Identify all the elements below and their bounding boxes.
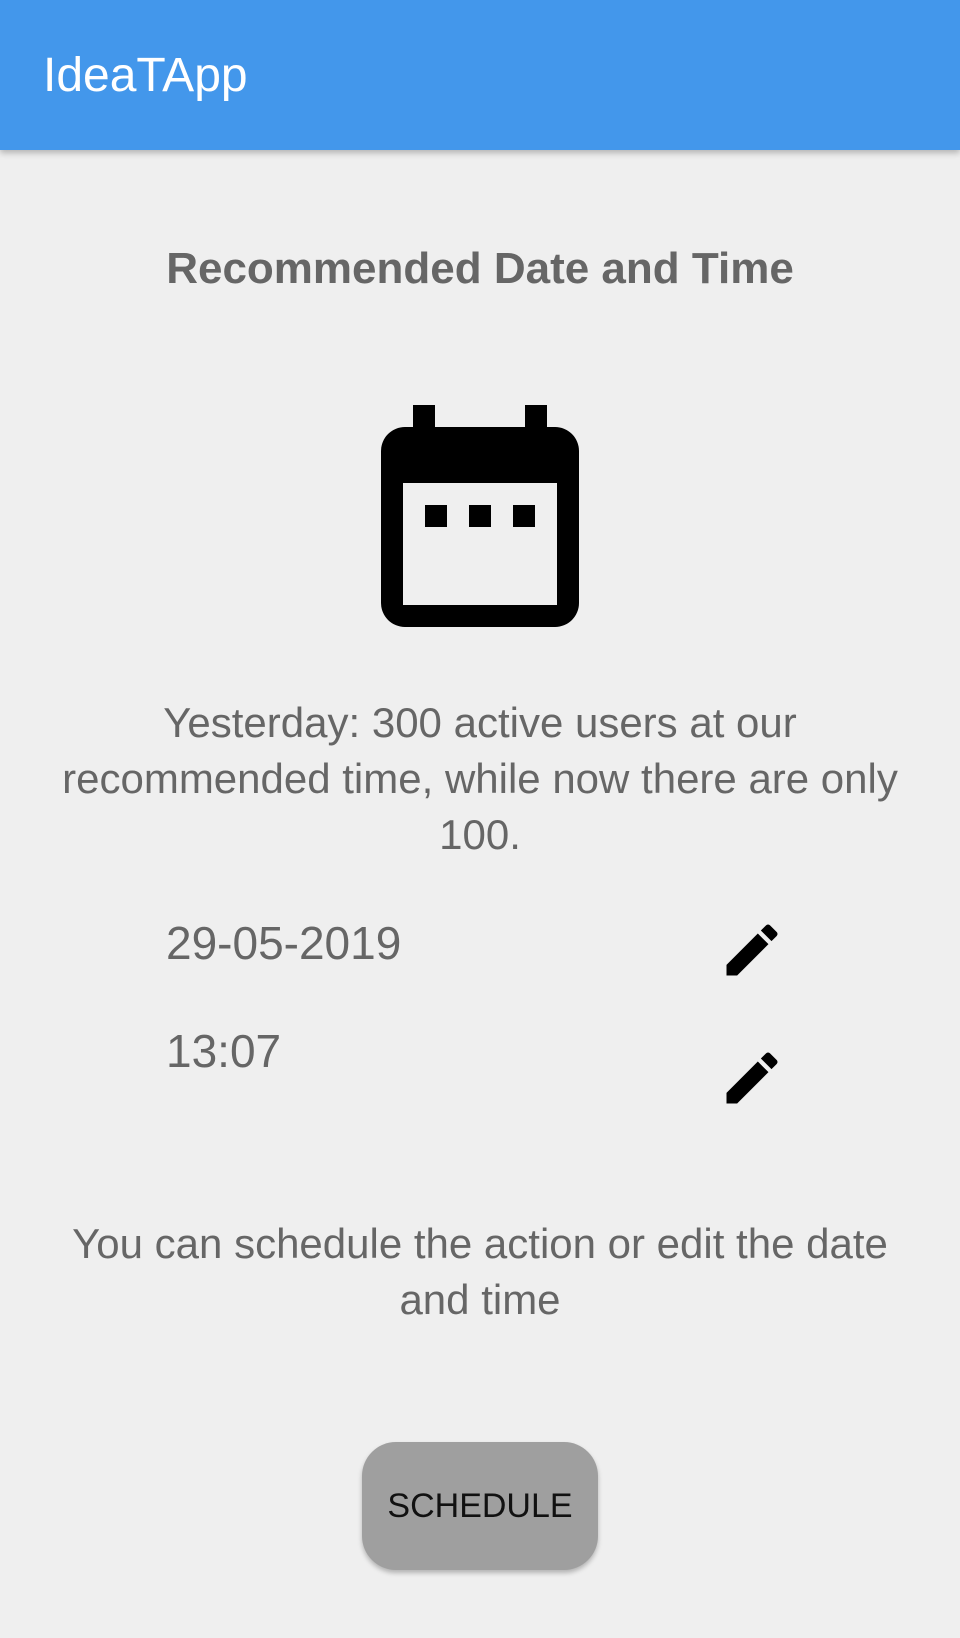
edit-date-pencil-icon[interactable] [718, 916, 786, 984]
schedule-button[interactable]: SCHEDULE [362, 1442, 598, 1570]
app-title: IdeaTApp [43, 49, 248, 102]
time-value: 13:07 [166, 1025, 282, 1077]
edit-time-pencil-icon[interactable] [718, 1044, 786, 1112]
calendar-icon [381, 405, 579, 627]
active-users-info: Yesterday: 300 active users at our recom… [62, 699, 898, 858]
date-value: 29-05-2019 [166, 917, 402, 969]
app-bar: IdeaTApp [0, 0, 960, 150]
schedule-help-text: You can schedule the action or edit the … [72, 1220, 888, 1323]
page-heading: Recommended Date and Time [166, 244, 794, 293]
